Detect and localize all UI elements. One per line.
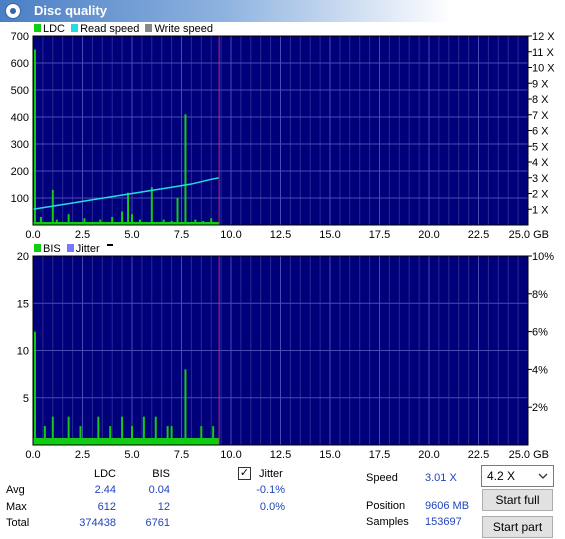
bis-chart: 0.0 2.5 5.0 7.5 10.0 12.5 15.0 17.5 20.0 22.5 25.0… <box>17 251 554 461</box>
x-tick-label: 20.0 <box>418 449 439 461</box>
x-tick-label: 7.5 <box>174 449 189 461</box>
y-right-tick-label: 10% <box>532 251 554 263</box>
y-right-tick-label: 4% <box>532 364 548 376</box>
x-tick-label: 0.0 <box>25 449 40 461</box>
stats-col-bis: BIS <box>152 468 170 480</box>
x-tick-label: 25.0 GB <box>509 449 549 461</box>
stats-row-avg-label: Avg <box>6 484 25 496</box>
y-tick-label: 20 <box>17 251 29 263</box>
y-right-tick-label: 8% <box>532 289 548 301</box>
position-value: 9606 MB <box>425 500 470 512</box>
x-tick-label: 10.0 <box>220 449 241 461</box>
stats-max-ldc: 612 <box>97 501 116 513</box>
x-tick-label: 15.0 <box>319 449 340 461</box>
y-right-tick-label: 6% <box>532 327 548 339</box>
jitter-checkbox[interactable]: ✓ <box>238 467 251 480</box>
stats-row-max-label: Max <box>6 501 27 513</box>
stats-row-total-label: Total <box>6 517 30 529</box>
jitter-checkbox-label: Jitter <box>259 468 283 480</box>
speed-value: 3.01 X <box>425 472 457 484</box>
x-tick-label: 22.5 <box>468 449 489 461</box>
start-part-button[interactable]: Start part <box>482 516 553 538</box>
y-tick-label: 5 <box>23 393 29 405</box>
baseline-band <box>33 438 220 445</box>
stats-avg-jitter: -0.1% <box>256 484 285 496</box>
y-right-tick-label: 2% <box>532 402 548 414</box>
stats-avg-bis: 0.04 <box>148 484 170 496</box>
stats-max-bis: 12 <box>157 501 170 513</box>
x-tick-label: 17.5 <box>369 449 390 461</box>
stats-col-ldc: LDC <box>93 468 116 480</box>
start-full-button[interactable]: Start full <box>482 489 553 511</box>
stats-max-jitter: 0.0% <box>259 501 285 513</box>
stats-total-ldc: 374438 <box>79 517 116 529</box>
y-tick-label: 10 <box>17 346 29 358</box>
x-tick-label: 5.0 <box>124 449 139 461</box>
x-tick-label: 12.5 <box>270 449 291 461</box>
stats-total-bis: 6761 <box>145 517 170 529</box>
speed-select[interactable]: 4.2 X <box>481 465 554 487</box>
stats-avg-ldc: 2.44 <box>94 484 116 496</box>
position-label: Position <box>366 500 406 512</box>
speed-select-value: 4.2 X <box>487 469 516 483</box>
chevron-down-icon <box>538 473 548 479</box>
samples-label: Samples <box>366 516 409 528</box>
y-tick-label: 15 <box>17 298 29 310</box>
samples-value: 153697 <box>425 516 462 528</box>
speed-label: Speed <box>366 472 398 484</box>
x-tick-label: 2.5 <box>75 449 90 461</box>
